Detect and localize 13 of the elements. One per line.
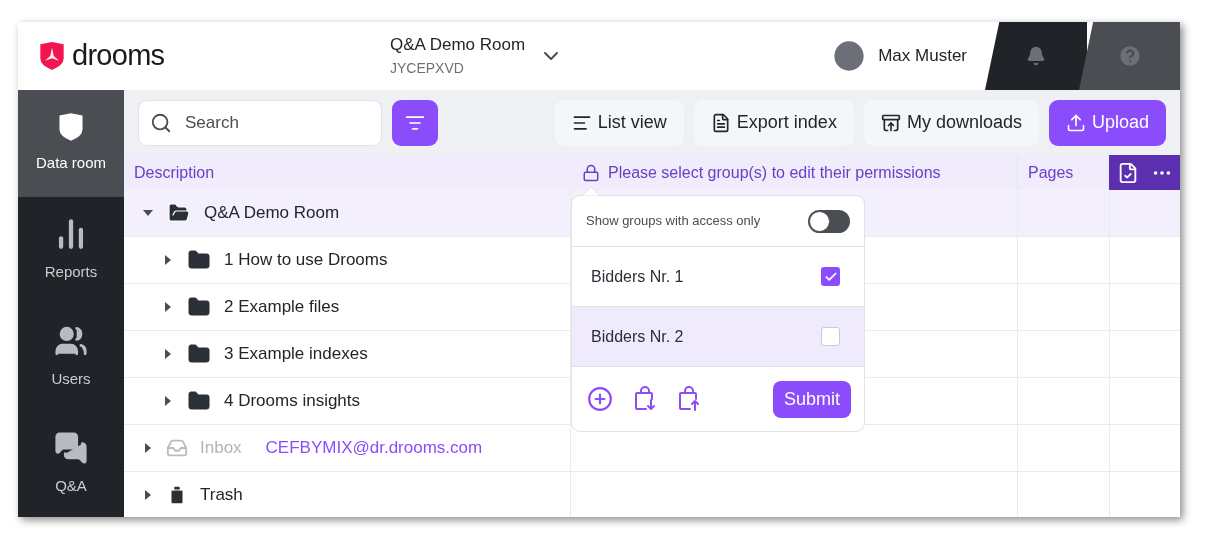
row-label: 1 How to use Drooms: [224, 249, 388, 272]
row-label: Q&A Demo Room: [204, 202, 340, 225]
row-label: 2 Example files: [224, 296, 340, 319]
logo-wordmark: drooms: [72, 38, 165, 74]
group-name: Bidders Nr. 1: [591, 266, 684, 287]
row-label: Inbox: [200, 437, 242, 460]
toggle-label: Show groups with access only: [586, 212, 761, 231]
group-name: Bidders Nr. 2: [591, 326, 684, 347]
row-label: 4 Drooms insights: [224, 390, 361, 413]
row-label: 3 Example indexes: [224, 343, 368, 366]
column-header: Please select group(s) to edit their permissions: [608, 162, 941, 183]
row-label: Trash: [200, 484, 243, 507]
column-header: Description: [133, 162, 216, 183]
